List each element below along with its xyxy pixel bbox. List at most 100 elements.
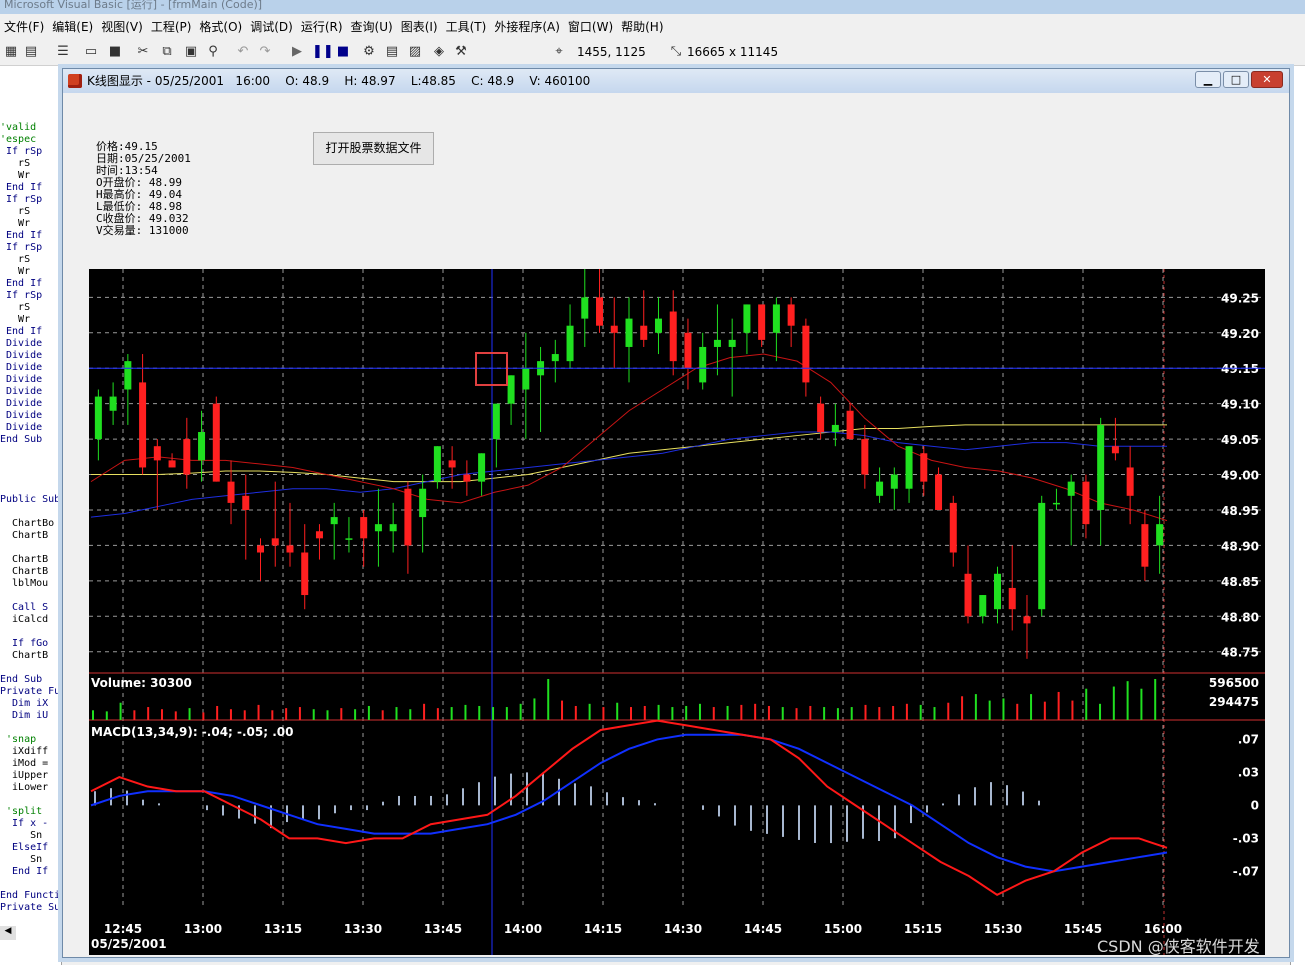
candle-body [758, 304, 766, 340]
menu-window[interactable]: 窗口(W) [564, 18, 617, 35]
paste-icon[interactable]: ▣ [182, 43, 200, 61]
code-line: iLower [0, 782, 49, 793]
ide-title: Microsoft Visual Basic [运行] - [frmMain (… [4, 0, 263, 11]
form-layout-icon[interactable]: ▨ [406, 43, 424, 61]
pause-icon[interactable]: ❚❚ [312, 43, 334, 61]
menu-run[interactable]: 运行(R) [297, 18, 347, 35]
redo-icon[interactable]: ↷ [256, 43, 274, 61]
chart-date-label: 05/25/2001 [91, 937, 167, 951]
menu-help[interactable]: 帮助(H) [617, 18, 667, 35]
menu-view[interactable]: 视图(V) [97, 18, 147, 35]
code-line: Divide [0, 374, 43, 385]
close-button[interactable]: ✕ [1251, 71, 1283, 88]
code-line: Call S [0, 602, 49, 613]
code-line: Divide [0, 398, 43, 409]
candle-body [257, 545, 265, 553]
candle-body [109, 396, 117, 411]
price-tick-label: 49.15 [1221, 362, 1259, 376]
time-tick-label: 15:00 [824, 922, 862, 936]
code-line: lblMou [0, 578, 49, 589]
size-readout: 16665 x 11145 [687, 45, 779, 59]
menu-edit[interactable]: 编辑(E) [48, 18, 97, 35]
code-line: 'snap [0, 734, 37, 745]
candle-body [596, 297, 604, 326]
code-line: ElseIf [0, 842, 49, 853]
price-tick-label: 49.25 [1221, 291, 1259, 305]
open-stock-file-button[interactable]: 打开股票数据文件 [313, 132, 434, 165]
stop-icon[interactable]: ■ [334, 43, 352, 61]
copy-icon[interactable]: ⧉ [158, 43, 176, 61]
candle-body [610, 325, 618, 333]
candle-body [463, 474, 471, 482]
csdn-watermark: CSDN @侠客软件开发 [1097, 937, 1260, 956]
chart-svg[interactable]: 49.25 49.20 49.15 49.10 49.05 49.00 48.95 48.90… [89, 269, 1265, 955]
code-line: 'espec [0, 134, 37, 145]
candle-body [1111, 446, 1119, 454]
candle-body [227, 481, 235, 503]
undo-icon[interactable]: ↶ [234, 43, 252, 61]
menu-editor-icon[interactable]: ☰ [54, 43, 72, 61]
code-line: Dim iU [0, 710, 49, 721]
menu-format[interactable]: 格式(O) [195, 18, 246, 35]
code-line: Divide [0, 422, 43, 433]
candle-body [728, 339, 736, 347]
candle-body [846, 410, 854, 440]
candle-body [242, 495, 250, 510]
candle-body [1067, 481, 1075, 496]
macd-label: MACD(13,34,9): -.04; -.05; .00 [91, 725, 294, 739]
add-form-icon[interactable]: ▤ [22, 43, 40, 61]
minimize-button[interactable]: ▁ [1195, 71, 1221, 88]
menu-diagram[interactable]: 图表(I) [397, 18, 442, 35]
code-line: ChartBo [0, 518, 55, 529]
candle-body [551, 354, 559, 362]
code-line: Divide [0, 338, 43, 349]
volume-tick-label: 294475 [1209, 695, 1259, 709]
code-line: End If [0, 866, 49, 877]
code-line: End If [0, 326, 43, 337]
candle-body [669, 311, 677, 362]
ide-title-bar: Microsoft Visual Basic [运行] - [frmMain (… [0, 0, 1305, 14]
open-folder-icon[interactable]: ▭ [82, 43, 100, 61]
kline-chart[interactable]: 49.25 49.20 49.15 49.10 49.05 49.00 48.95 48.90… [89, 269, 1265, 955]
candle-body [1126, 467, 1134, 496]
candle-body [212, 403, 220, 482]
code-line: ChartB [0, 530, 49, 541]
menu-addins[interactable]: 外接程序(A) [490, 18, 564, 35]
code-line: Divide [0, 350, 43, 361]
menu-tools[interactable]: 工具(T) [442, 18, 491, 35]
toolbox-icon[interactable]: ⚒ [452, 43, 470, 61]
code-line: End Functi [0, 890, 61, 901]
code-line: Wr [0, 170, 31, 181]
time-tick-label: 13:30 [344, 922, 382, 936]
code-editor[interactable]: 'valid'espec If rSp rS Wr End If If rSp … [0, 66, 62, 965]
properties-icon[interactable]: ▤ [383, 43, 401, 61]
menu-file[interactable]: 文件(F) [0, 18, 48, 35]
candle-body [920, 453, 928, 482]
add-project-icon[interactable]: ▦ [2, 43, 20, 61]
run-icon[interactable]: ▶ [288, 43, 306, 61]
code-line: iUpper [0, 770, 49, 781]
time-tick-label: 14:15 [584, 922, 622, 936]
maximize-button[interactable]: □ [1223, 71, 1249, 88]
scroll-left-arrow[interactable]: ◀ [0, 926, 16, 940]
menu-project[interactable]: 工程(P) [147, 18, 196, 35]
cut-icon[interactable]: ✂ [134, 43, 152, 61]
code-line: Divide [0, 386, 43, 397]
candle-body [492, 403, 500, 440]
code-line: If fGo [0, 638, 49, 649]
candle-body [861, 439, 869, 475]
candle-body [94, 396, 102, 440]
candle-body [389, 524, 397, 532]
find-icon[interactable]: ⚲ [204, 43, 222, 61]
menu-query[interactable]: 查询(U) [347, 18, 397, 35]
candle-body [374, 524, 382, 532]
project-explorer-icon[interactable]: ⚙ [360, 43, 378, 61]
save-icon[interactable]: ■ [106, 43, 124, 61]
object-browser-icon[interactable]: ◈ [430, 43, 448, 61]
time-tick-label: 13:00 [184, 922, 222, 936]
macd-tick-label: -.07 [1233, 864, 1259, 878]
candle-body [566, 325, 574, 362]
time-tick-label: 13:45 [424, 922, 462, 936]
menu-debug[interactable]: 调试(D) [246, 18, 297, 35]
code-line: rS [0, 302, 31, 313]
